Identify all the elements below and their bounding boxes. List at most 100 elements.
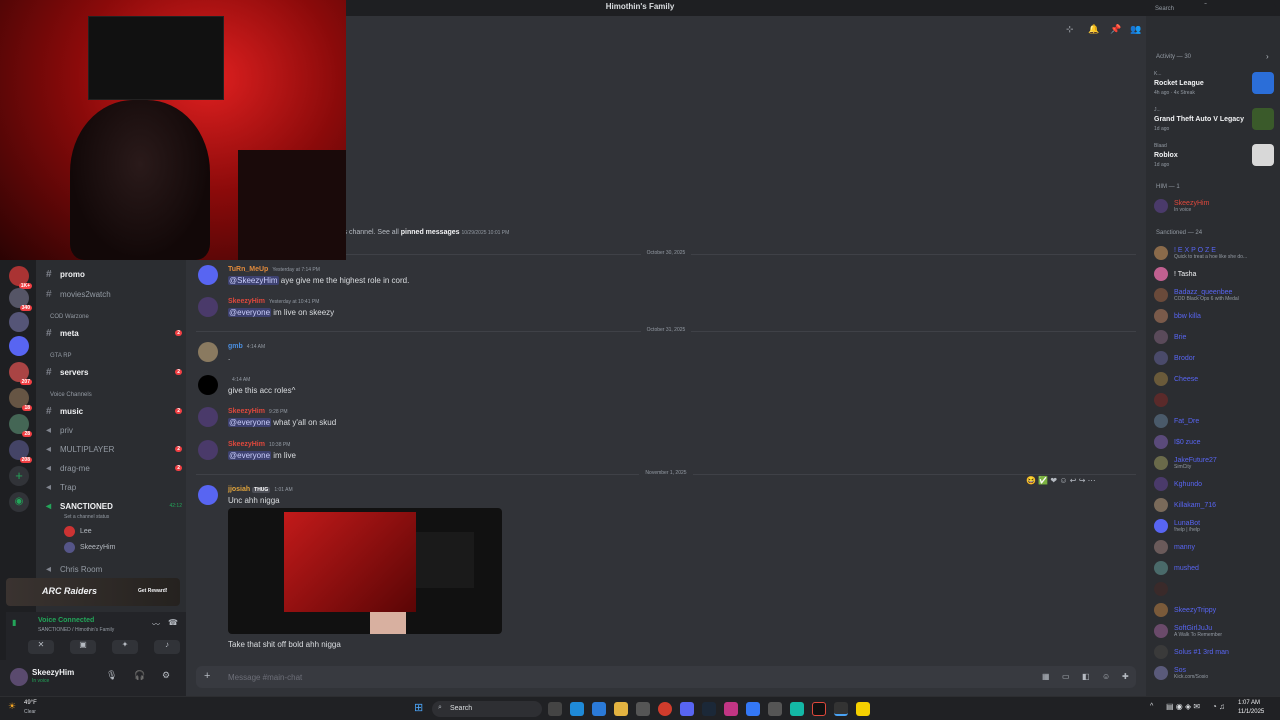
tray-icons[interactable]: ▤ ◉ ◈ ✉ xyxy=(1166,702,1200,711)
soundboard-button[interactable]: ♪ xyxy=(154,640,180,654)
discord-avatar-icon[interactable] xyxy=(198,265,218,285)
instagram-icon[interactable] xyxy=(724,702,738,716)
chrome-icon[interactable] xyxy=(658,702,672,716)
get-reward-button[interactable]: Get Reward! xyxy=(138,588,167,594)
members-icon[interactable]: 👥 xyxy=(1130,24,1141,35)
server-icon[interactable]: 207 xyxy=(9,362,32,385)
member-item[interactable]: SkeezyHim In voice xyxy=(1154,197,1278,215)
file-explorer-icon[interactable] xyxy=(614,702,628,716)
member-item[interactable]: I$0 zuce xyxy=(1154,433,1278,451)
attach-plus-icon[interactable]: + xyxy=(204,670,210,682)
voice-user[interactable]: SkeezyHim xyxy=(64,542,115,553)
voice-connected-sub[interactable]: SANCTIONED / Himothin's Family xyxy=(38,627,114,633)
member-item[interactable]: JakeFuture27 SimCity xyxy=(1154,454,1278,472)
activity-card[interactable]: K... Rocket League 4h ago · 4x Streak xyxy=(1154,70,1274,102)
channel-sanctioned[interactable]: ◂ SANCTIONED 42:12 xyxy=(46,498,182,514)
gift-icon[interactable]: ▦ xyxy=(1042,672,1050,681)
noise-icon[interactable]: 〰 xyxy=(152,619,160,630)
server-icon[interactable]: 1K+ xyxy=(9,266,32,289)
server-icon[interactable] xyxy=(9,312,29,332)
avatar[interactable] xyxy=(198,297,218,317)
category-gta[interactable]: GTA RP xyxy=(50,353,72,359)
emoji-icon[interactable]: ☺ xyxy=(1102,672,1110,681)
screen-share-button[interactable]: ▣ xyxy=(70,640,96,654)
channel-promo[interactable]: # promo xyxy=(46,266,182,282)
member-item[interactable]: Sos Kick.com/Sosio xyxy=(1154,664,1278,682)
channel-drag-me[interactable]: ◂ drag-me 2 xyxy=(46,460,182,476)
message-input-placeholder[interactable]: Message #main-chat xyxy=(228,673,302,682)
message-author[interactable]: 4:14 AM xyxy=(228,376,250,383)
camera-off-button[interactable]: ✕ xyxy=(28,640,54,654)
server-icon[interactable]: 28 xyxy=(9,414,32,437)
bell-icon[interactable]: 🔔 xyxy=(1088,24,1099,35)
apps-icon[interactable]: ✚ xyxy=(1122,672,1129,681)
tiktok-icon[interactable] xyxy=(812,702,826,716)
server-icon[interactable] xyxy=(9,336,29,356)
taskbar-search[interactable]: ⌕ Search xyxy=(432,701,542,717)
gif-icon[interactable]: ▭ xyxy=(1062,672,1070,681)
server-icon[interactable]: 208 xyxy=(9,440,32,463)
tray-chevron-icon[interactable]: ^ xyxy=(1150,703,1153,710)
channel-chris-room[interactable]: ◂ Chris Room xyxy=(46,561,182,577)
member-item[interactable]: Kghundo xyxy=(1154,475,1278,493)
chat-message[interactable]: jjosiah THUG 1:01 AM Unc ahh nigga Take t… xyxy=(196,484,1136,654)
chat-message[interactable]: SkeezyHim 10:38 PM @everyone im live xyxy=(196,439,1136,471)
category-warzone[interactable]: COD Warzone xyxy=(50,314,89,320)
avatar[interactable] xyxy=(198,342,218,362)
promo-banner[interactable]: ARC Raiders Get Reward! xyxy=(6,578,180,606)
network-volume-icon[interactable]: ◔ ♫ xyxy=(1212,702,1225,711)
avatar[interactable] xyxy=(198,440,218,460)
category-voice[interactable]: Voice Channels xyxy=(50,392,92,398)
member-item[interactable]: Brodor xyxy=(1154,349,1278,367)
member-item[interactable]: Fat_Dre xyxy=(1154,412,1278,430)
avatar[interactable] xyxy=(198,407,218,427)
activities-button[interactable]: ✦ xyxy=(112,640,138,654)
app-icon[interactable] xyxy=(790,702,804,716)
weather-temp[interactable]: 49°F xyxy=(24,700,37,706)
microphone-icon[interactable]: 🎙 xyxy=(106,670,117,681)
headphones-icon[interactable]: 🎧 xyxy=(134,670,145,681)
member-item[interactable]: Cheese xyxy=(1154,370,1278,388)
chevron-right-icon[interactable]: › xyxy=(1266,52,1269,61)
chat-message[interactable]: SkeezyHim Yesterday at 10:41 PM @everyone… xyxy=(196,296,1136,328)
mention[interactable]: @SkeezyHim xyxy=(228,276,279,285)
member-item[interactable]: Badazz_queenbee COD Black Ops 6 with Meda… xyxy=(1154,286,1278,304)
message-author[interactable]: SkeezyHim 10:38 PM xyxy=(228,441,290,448)
member-item[interactable] xyxy=(1154,580,1278,598)
settings-icon[interactable] xyxy=(768,702,782,716)
add-server-icon[interactable]: + xyxy=(9,466,29,486)
sticky-notes-icon[interactable] xyxy=(856,702,870,716)
discord-avatar-icon[interactable] xyxy=(198,485,218,505)
mention[interactable]: @everyone xyxy=(228,451,272,460)
channel-status[interactable]: Set a channel status xyxy=(64,514,109,520)
channel-multiplayer[interactable]: ◂ MULTIPLAYER 2 xyxy=(46,441,182,457)
edge-icon[interactable] xyxy=(570,702,584,716)
channel-music[interactable]: # music 2 xyxy=(46,403,182,419)
steam-icon[interactable] xyxy=(702,702,716,716)
activity-card[interactable]: Blaad Roblox 1d ago xyxy=(1154,142,1274,174)
mention[interactable]: @everyone xyxy=(228,418,272,427)
channel-trap[interactable]: ◂ Trap xyxy=(46,479,182,495)
voice-user[interactable]: Lee xyxy=(64,526,92,537)
member-item[interactable]: mushed xyxy=(1154,559,1278,577)
member-item[interactable]: SkeezyTrippy xyxy=(1154,601,1278,619)
pin-icon[interactable]: 📌 xyxy=(1110,24,1121,35)
discover-icon[interactable]: ◉ xyxy=(9,492,29,512)
clock-time[interactable]: 1:07 AM xyxy=(1238,700,1260,706)
channel-movies2watch[interactable]: # movies2watch xyxy=(46,286,182,302)
copilot-icon[interactable] xyxy=(592,702,606,716)
member-item[interactable]: LunaBot !help | /help xyxy=(1154,517,1278,535)
activity-card[interactable]: J... Grand Theft Auto V Legacy 1d ago xyxy=(1154,106,1274,138)
message-author[interactable]: SkeezyHim 9:28 PM xyxy=(228,408,288,415)
chat-message[interactable]: 4:14 AM give this acc roles^ xyxy=(196,374,1136,406)
sticker-icon[interactable]: ◧ xyxy=(1082,672,1090,681)
pinned-messages-link[interactable]: pinned messages xyxy=(401,229,460,236)
search-input[interactable]: Search xyxy=(1150,4,1276,16)
avatar[interactable] xyxy=(198,375,218,395)
settings-gear-icon[interactable]: ⚙ xyxy=(162,670,170,681)
message-input[interactable]: + Message #main-chat ▦ ▭ ◧ ☺ ✚ xyxy=(196,666,1136,688)
terminal-icon[interactable] xyxy=(834,702,848,716)
member-item[interactable]: Solus #1 3rd man xyxy=(1154,643,1278,661)
clock-date[interactable]: 11/1/2025 xyxy=(1238,709,1264,715)
member-item[interactable]: Killakam_716 xyxy=(1154,496,1278,514)
